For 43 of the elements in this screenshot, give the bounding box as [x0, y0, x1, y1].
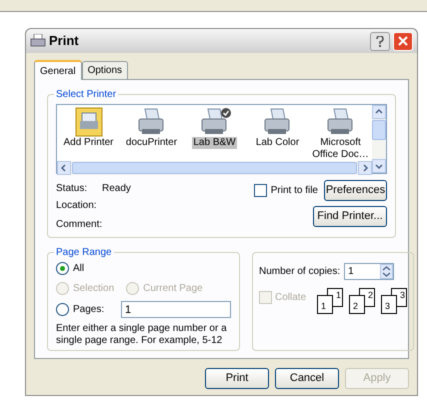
tab[interactable]: Options: [82, 61, 128, 79]
copies-spinner[interactable]: 1: [344, 263, 394, 280]
status-value: Ready: [102, 182, 131, 196]
page-range-hint: Enter either a single page number or a single page range. For example, 5-12: [56, 323, 228, 347]
help-button[interactable]: [370, 32, 390, 50]
scroll-right-icon[interactable]: [358, 161, 372, 175]
scroll-up-icon[interactable]: [372, 105, 386, 119]
radio-label: Current Page: [143, 282, 203, 296]
window-title: Print: [49, 32, 79, 50]
radio-button[interactable]: [56, 303, 69, 316]
printer-item[interactable]: Add Printer: [62, 137, 115, 149]
printer-icon: [30, 34, 46, 48]
printer-item[interactable]: Lab B&W: [192, 137, 237, 149]
spin-arrows-icon[interactable]: [380, 264, 394, 279]
group-title: Page Range: [54, 245, 114, 260]
dialog-button[interactable]: Find Printer...: [313, 206, 387, 227]
dialog-button[interactable]: Preferences: [324, 180, 387, 201]
scroll-down-icon[interactable]: [372, 159, 386, 173]
status-label: Status:: [56, 182, 88, 196]
scroll-left-icon[interactable]: [57, 161, 71, 175]
printer-item[interactable]: Microsoft Office Doc…: [310, 137, 370, 161]
radio-button[interactable]: [56, 262, 69, 275]
dialog-button[interactable]: Cancel: [275, 368, 339, 389]
horizontal-scrollbar[interactable]: [57, 161, 372, 175]
location-label: Location:: [56, 199, 98, 212]
comment-label: Comment:: [56, 218, 104, 231]
radio-label: Pages:: [73, 303, 104, 317]
pages-field[interactable]: 1: [121, 301, 231, 318]
checkbox-label: Print to file: [270, 184, 318, 198]
close-icon: [398, 36, 408, 46]
copies-label: Number of copies:: [259, 265, 340, 279]
dialog-button[interactable]: Print: [205, 368, 269, 389]
radio-label: Selection: [73, 282, 114, 296]
checkbox-label: Collate: [275, 291, 306, 305]
checkbox[interactable]: [254, 184, 267, 197]
printer-item[interactable]: Lab Color: [254, 137, 300, 149]
tab[interactable]: General: [34, 60, 82, 80]
vertical-scrollbar[interactable]: [372, 105, 386, 173]
radio-label: All: [73, 262, 84, 276]
printer-item[interactable]: docuPrinter: [124, 137, 178, 149]
help-icon: [376, 36, 384, 46]
close-button[interactable]: [393, 32, 413, 50]
copies-value: 1: [348, 265, 355, 279]
